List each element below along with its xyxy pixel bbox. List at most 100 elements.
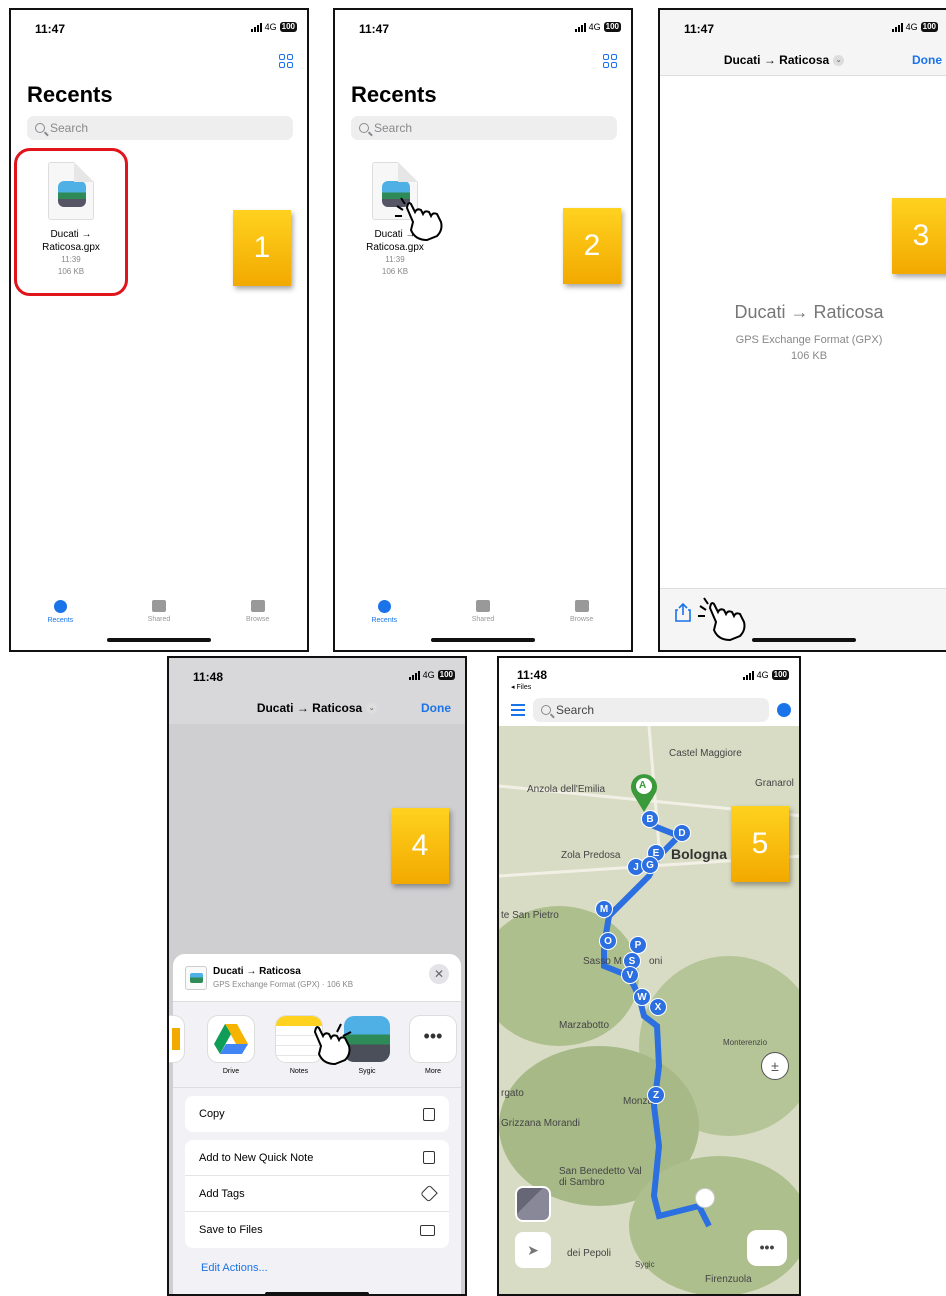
map-label: San Benedetto Val di Sambro xyxy=(559,1166,642,1188)
tab-label: Shared xyxy=(147,616,171,623)
network-type: 4G xyxy=(422,670,435,680)
quick-note-icon xyxy=(423,1151,435,1164)
menu-icon[interactable] xyxy=(511,704,525,716)
app-label: Drive xyxy=(222,1068,240,1075)
app-partial[interactable] xyxy=(169,1016,185,1068)
map-label: Monterenzio xyxy=(723,1038,768,1047)
map-label: rgato xyxy=(501,1088,524,1099)
done-button[interactable]: Done xyxy=(421,694,451,722)
status-time: 11:47 xyxy=(35,22,66,36)
tab-shared[interactable]: Shared xyxy=(129,600,189,623)
file-name-line1: Ducati → xyxy=(50,229,92,240)
route-map[interactable]: Castel Maggiore Granarol Anzola dell'Emi… xyxy=(499,726,799,1294)
tag-icon xyxy=(420,1184,438,1203)
sygic-logo: Sygic xyxy=(635,1260,655,1269)
share-sheet-header: Ducati → Raticosa GPS Exchange Format (G… xyxy=(173,954,461,1002)
search-icon xyxy=(359,123,369,133)
signal-bars-icon xyxy=(408,670,420,680)
search-input[interactable]: Search xyxy=(27,116,293,140)
waypoint-marker[interactable]: B xyxy=(641,810,659,828)
map-label: Granarol xyxy=(755,778,794,789)
tab-label: Recents xyxy=(371,617,398,624)
search-input[interactable]: Search xyxy=(351,116,617,140)
map-label: te San Pietro xyxy=(501,910,559,921)
nav-title-text: Ducati → Raticosa xyxy=(256,701,363,715)
tab-recents[interactable]: Recents xyxy=(354,600,414,624)
done-button[interactable]: Done xyxy=(912,46,942,74)
search-placeholder: Search xyxy=(374,121,413,135)
status-time: 11:47 xyxy=(684,22,715,36)
locate-button[interactable]: ➤ xyxy=(515,1232,551,1268)
search-icon xyxy=(35,123,45,133)
action-label: Save to Files xyxy=(199,1224,263,1236)
home-indicator xyxy=(752,638,856,642)
file-item[interactable]: Ducati → Raticosa.gpx 11:39 106 KB xyxy=(26,162,116,278)
waypoint-marker[interactable]: D xyxy=(673,824,691,842)
favorite-heart-icon[interactable] xyxy=(777,703,791,717)
tap-hand-icon xyxy=(313,1023,352,1066)
network-type: 4G xyxy=(905,22,918,32)
copy-action[interactable]: Copy xyxy=(185,1096,449,1132)
grid-view-icon[interactable] xyxy=(279,54,293,68)
battery-icon: 100 xyxy=(603,22,621,32)
quick-note-action[interactable]: Add to New Quick Note xyxy=(185,1140,449,1176)
waypoint-marker[interactable]: Z xyxy=(647,1086,665,1104)
waypoint-marker[interactable]: W xyxy=(633,988,651,1006)
status-bar: 11:48 4G 100 xyxy=(169,658,465,694)
file-size: 106 KB xyxy=(57,267,85,276)
edit-actions-link[interactable]: Edit Actions... xyxy=(201,1262,461,1274)
start-pin-icon xyxy=(631,774,657,812)
tab-browse[interactable]: Browse xyxy=(552,600,612,623)
map-label: Firenzuola xyxy=(705,1274,752,1285)
tap-hand-icon xyxy=(698,597,746,642)
signal-bars-icon xyxy=(250,22,262,32)
folder-icon xyxy=(250,600,265,612)
app-more[interactable]: ••• More xyxy=(409,1016,457,1075)
layer-thumbnail[interactable] xyxy=(515,1186,551,1222)
step-badge: 4 xyxy=(391,808,449,884)
share-icon[interactable] xyxy=(674,602,692,622)
shared-folder-icon xyxy=(475,600,490,612)
phone-panel-4: 11:48 4G 100 Ducati → Raticosa ⌄ Done 4 Du… xyxy=(167,656,467,1296)
status-time: 11:47 xyxy=(359,22,390,36)
step-badge: 2 xyxy=(563,208,621,284)
waypoint-marker[interactable]: X xyxy=(649,998,667,1016)
back-to-files[interactable]: ◂ Files xyxy=(511,683,531,691)
waypoint-marker[interactable]: O xyxy=(599,932,617,950)
waypoint-marker[interactable]: G xyxy=(641,856,659,874)
map-label: Castel Maggiore xyxy=(669,748,742,759)
waypoint-marker[interactable]: M xyxy=(595,900,613,918)
tab-shared[interactable]: Shared xyxy=(453,600,513,623)
tab-label: Browse xyxy=(569,616,594,623)
map-label: Bologna xyxy=(671,846,727,862)
app-drive[interactable]: Drive xyxy=(207,1016,255,1075)
share-sheet: Ducati → Raticosa GPS Exchange Format (G… xyxy=(169,954,461,1294)
chevron-down-icon: ⌄ xyxy=(833,55,845,67)
actions-group: Add to New Quick Note Add Tags Save to F… xyxy=(185,1140,449,1248)
file-thumb-icon xyxy=(185,966,207,990)
app-label: More xyxy=(425,1068,441,1075)
nav-title-text: Ducati → Raticosa xyxy=(723,53,830,67)
home-indicator xyxy=(107,638,211,642)
close-icon[interactable]: ✕ xyxy=(429,964,449,984)
tab-recents[interactable]: Recents xyxy=(30,600,90,624)
step-badge: 1 xyxy=(233,210,291,286)
map-label: Marzabotto xyxy=(559,1020,610,1031)
zoom-button[interactable]: ± xyxy=(761,1052,789,1080)
tab-browse[interactable]: Browse xyxy=(228,600,288,623)
battery-icon: 100 xyxy=(279,22,297,32)
save-to-files-action[interactable]: Save to Files xyxy=(185,1212,449,1248)
doc-type: GPS Exchange Format (GPX) xyxy=(735,334,883,346)
more-options-button[interactable]: ••• xyxy=(747,1230,787,1266)
add-tags-action[interactable]: Add Tags xyxy=(185,1176,449,1212)
phone-panel-2: 11:47 4G 100 Recents Search Ducati → Rati… xyxy=(333,8,633,652)
map-search-input[interactable]: Search xyxy=(533,698,769,722)
step-badge: 3 xyxy=(892,198,946,274)
waypoint-a-label: A xyxy=(639,780,647,791)
gpx-file-icon xyxy=(48,162,94,220)
file-time: 11:39 xyxy=(61,255,81,264)
grid-view-icon[interactable] xyxy=(603,54,617,68)
file-time: 11:39 xyxy=(385,255,405,264)
nav-title[interactable]: Ducati → Raticosa ⌄ xyxy=(660,46,908,74)
waypoint-marker[interactable]: V xyxy=(621,966,639,984)
